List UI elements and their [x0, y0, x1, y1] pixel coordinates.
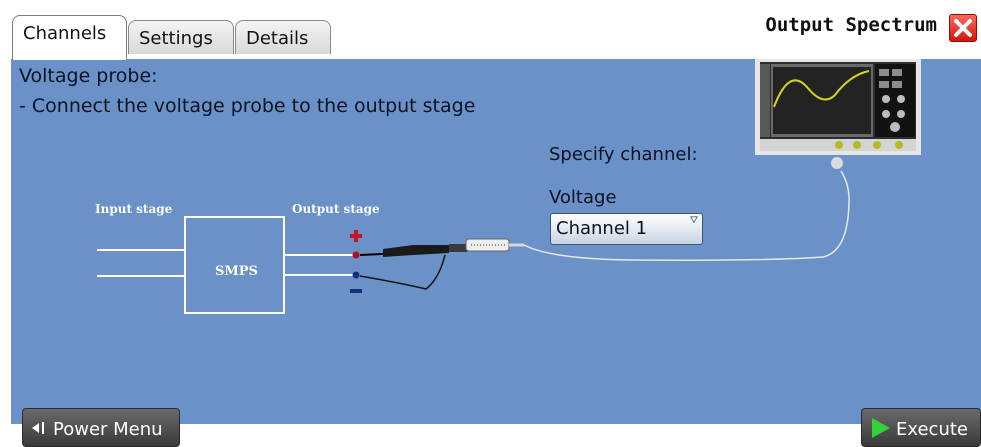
- minus-icon: [350, 289, 362, 293]
- specify-channel-label: Specify channel:: [549, 144, 698, 165]
- channels-panel: Voltage probe: - Connect the voltage pro…: [11, 57, 981, 424]
- probe-icon: [359, 238, 524, 257]
- dropdown-arrow-icon: [690, 216, 698, 224]
- positive-terminal: [352, 251, 360, 259]
- tab-channels[interactable]: Channels: [12, 15, 127, 60]
- power-menu-label: Power Menu: [53, 419, 163, 440]
- voltage-channel-select[interactable]: Channel 1: [550, 213, 703, 245]
- smps-label: SMPS: [215, 264, 258, 279]
- play-icon: [872, 418, 890, 438]
- back-arrow-icon: [32, 422, 44, 434]
- output-stage-label: Output stage: [292, 202, 380, 216]
- dialog-title: Output Spectrum: [765, 14, 937, 36]
- tab-settings[interactable]: Settings: [128, 20, 234, 54]
- close-button[interactable]: [949, 14, 977, 42]
- connection-diagram: Input stage Output stage SMPS: [95, 59, 921, 314]
- execute-button[interactable]: Execute: [861, 408, 981, 447]
- tab-details[interactable]: Details: [235, 20, 331, 54]
- power-menu-button[interactable]: Power Menu: [22, 408, 180, 447]
- input-stage-label: Input stage: [95, 202, 173, 216]
- execute-label: Execute: [896, 419, 968, 440]
- oscilloscope-icon: [755, 59, 921, 169]
- close-icon: [954, 19, 972, 37]
- voltage-channel-value: Channel 1: [556, 218, 648, 239]
- tab-bar: Settings Details Channels Output Spectru…: [0, 0, 981, 60]
- plus-icon: [350, 230, 362, 242]
- ground-lead: [359, 254, 446, 290]
- voltage-label: Voltage: [549, 187, 617, 208]
- negative-terminal: [352, 271, 360, 279]
